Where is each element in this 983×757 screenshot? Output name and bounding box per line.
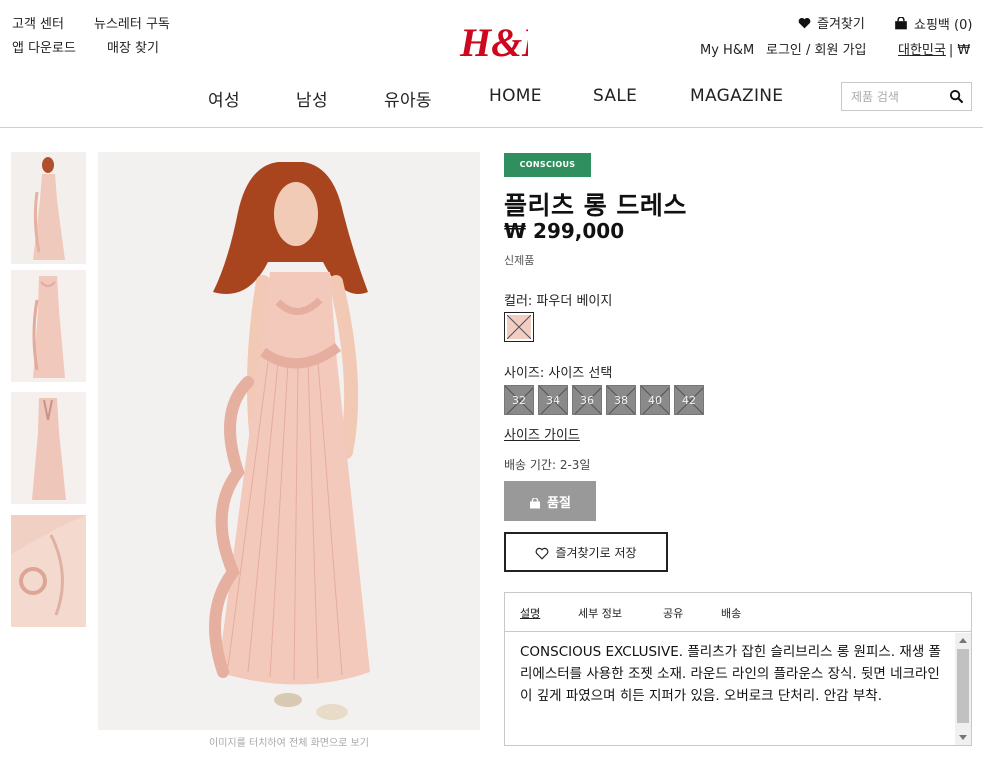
size-option-36[interactable]: 36 xyxy=(572,385,602,415)
site-header: 고객 센터 뉴스레터 구독 앱 다운로드 매장 찾기 H&M 즐겨찾기 쇼핑백 … xyxy=(0,0,983,128)
product-price: ₩ 299,000 xyxy=(504,219,625,243)
dress-closeup-thumbnail xyxy=(11,515,86,627)
dress-front-thumbnail xyxy=(11,152,86,264)
thumbnail-3[interactable] xyxy=(11,392,86,504)
save-to-favorites-label: 즐겨찾기로 저장 xyxy=(555,545,637,560)
new-arrival-tag: 신제품 xyxy=(504,254,535,267)
tab-delivery[interactable]: 배송 xyxy=(721,605,741,621)
size-guide-link[interactable]: 사이즈 가이드 xyxy=(504,424,580,443)
nav-home[interactable]: HOME xyxy=(489,86,542,106)
tab-share[interactable]: 공유 xyxy=(663,605,683,621)
logo-text: H&M xyxy=(459,20,528,64)
thumbnail-4[interactable] xyxy=(11,515,86,627)
save-to-favorites-button[interactable]: 즐겨찾기로 저장 xyxy=(504,532,668,572)
sold-out-button[interactable]: 품절 xyxy=(504,481,596,521)
size-value: 32 xyxy=(512,394,526,407)
nav-sale[interactable]: SALE xyxy=(593,86,637,106)
image-fullscreen-hint: 이미지를 터치하여 전체 화면으로 보기 xyxy=(209,738,369,749)
size-value: 42 xyxy=(682,394,696,407)
store-finder-link[interactable]: 매장 찾기 xyxy=(107,41,159,57)
dress-detail-thumbnail xyxy=(11,270,86,382)
size-value: 36 xyxy=(580,394,594,407)
product-description: CONSCIOUS EXCLUSIVE. 플리츠가 잡힌 슬리브리스 롱 원피스… xyxy=(520,644,941,704)
shopping-bag-icon xyxy=(895,16,907,30)
dress-back-thumbnail xyxy=(11,392,86,504)
size-option-42[interactable]: 42 xyxy=(674,385,704,415)
swatch-fill xyxy=(506,314,532,340)
scroll-down-arrow-icon[interactable] xyxy=(959,735,967,740)
product-title: 플리츠 롱 드레스 xyxy=(504,191,687,220)
customer-center-link[interactable]: 고객 센터 xyxy=(12,17,64,33)
favorites-link[interactable]: 즐겨찾기 xyxy=(798,17,865,33)
shopping-bag-icon xyxy=(530,497,541,508)
dress-model-image xyxy=(98,152,480,730)
scroll-up-arrow-icon[interactable] xyxy=(959,638,967,643)
color-swatch-powder-beige[interactable] xyxy=(504,312,534,342)
country-selector[interactable]: 대한민국 | ₩ xyxy=(898,43,970,59)
search-icon[interactable] xyxy=(949,89,964,104)
cart-link[interactable]: 쇼핑백 (0) xyxy=(894,16,973,34)
size-option-32[interactable]: 32 xyxy=(504,385,534,415)
tab-description[interactable]: 설명 xyxy=(520,605,540,621)
search-input[interactable] xyxy=(842,83,947,110)
nav-women[interactable]: 여성 xyxy=(208,86,240,111)
unavailable-cross-icon xyxy=(506,314,532,340)
heart-outline-icon xyxy=(536,547,549,560)
size-option-38[interactable]: 38 xyxy=(606,385,636,415)
conscious-badge: CONSCIOUS xyxy=(504,153,591,177)
my-hm-link[interactable]: My H&M xyxy=(700,43,754,59)
scrollbar-thumb[interactable] xyxy=(957,649,969,723)
size-label: 사이즈: 사이즈 선택 xyxy=(504,366,613,381)
heart-icon xyxy=(798,17,811,29)
thumbnail-1[interactable] xyxy=(11,152,86,264)
newsletter-link[interactable]: 뉴스레터 구독 xyxy=(94,17,170,33)
nav-magazine[interactable]: MAGAZINE xyxy=(690,86,783,106)
main-product-image[interactable] xyxy=(98,152,480,730)
size-value: 40 xyxy=(648,394,662,407)
hm-logo[interactable]: H&M xyxy=(458,14,528,64)
login-link[interactable]: 로그인 / 회원 가입 xyxy=(766,43,867,59)
description-scrollbar[interactable] xyxy=(955,633,971,745)
currency-label: | ₩ xyxy=(948,43,971,58)
nav-men[interactable]: 남성 xyxy=(296,86,328,111)
search-box xyxy=(841,82,972,111)
product-info-tabs: 설명 세부 정보 공유 배송 CONSCIOUS EXCLUSIVE. 플리츠가… xyxy=(504,592,972,746)
cart-label: 쇼핑백 (0) xyxy=(914,18,973,33)
tab-details[interactable]: 세부 정보 xyxy=(578,605,622,621)
country-label: 대한민국 xyxy=(898,43,946,58)
color-label: 컬러: 파우더 베이지 xyxy=(504,294,613,309)
size-value: 38 xyxy=(614,394,628,407)
size-value: 34 xyxy=(546,394,560,407)
tab-bar: 설명 세부 정보 공유 배송 xyxy=(505,593,971,632)
thumbnail-2[interactable] xyxy=(11,270,86,382)
size-option-34[interactable]: 34 xyxy=(538,385,568,415)
size-option-40[interactable]: 40 xyxy=(640,385,670,415)
nav-kids[interactable]: 유아동 xyxy=(384,86,432,111)
delivery-time: 배송 기간: 2-3일 xyxy=(504,458,591,472)
sold-out-label: 품절 xyxy=(547,495,571,511)
favorites-label: 즐겨찾기 xyxy=(817,17,865,32)
app-download-link[interactable]: 앱 다운로드 xyxy=(12,41,76,57)
